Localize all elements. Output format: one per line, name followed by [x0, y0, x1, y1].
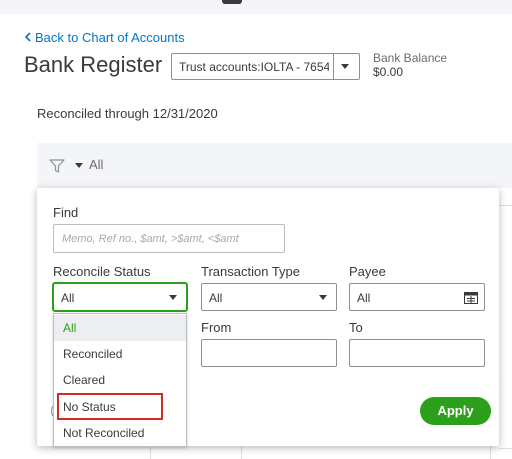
reconcile-status-value: All	[61, 291, 75, 305]
account-select-divider	[333, 54, 334, 79]
chevron-down-icon	[169, 295, 177, 300]
back-to-chart-of-accounts-link[interactable]: Back to Chart of Accounts	[24, 30, 185, 45]
transaction-type-value: All	[209, 291, 223, 305]
bank-balance-value: $0.00	[373, 65, 404, 79]
payee-select[interactable]: All	[349, 283, 485, 311]
reconciled-through-text: Reconciled through 12/31/2020	[37, 106, 218, 121]
list-picker-icon[interactable]	[464, 291, 478, 309]
top-bar	[0, 0, 512, 14]
page-title: Bank Register	[24, 52, 163, 77]
back-link-label: Back to Chart of Accounts	[35, 30, 185, 45]
to-label: To	[349, 320, 363, 335]
chevron-down-icon[interactable]	[341, 64, 349, 69]
filter-toggle-caret-icon[interactable]	[75, 163, 83, 168]
filter-funnel-icon[interactable]	[49, 159, 65, 178]
find-label: Find	[53, 205, 79, 220]
chevron-down-icon	[319, 295, 327, 300]
filter-bar: All	[37, 143, 512, 188]
transaction-type-label: Transaction Type	[201, 264, 300, 279]
filter-all-label[interactable]: All	[89, 157, 103, 172]
from-label: From	[201, 320, 232, 335]
reconcile-status-label: Reconcile Status	[53, 264, 151, 279]
payee-value: All	[357, 291, 371, 305]
bank-balance: Bank Balance $0.00	[373, 51, 447, 79]
filter-panel: Find Reconcile Status Transaction Type P…	[37, 188, 499, 447]
account-select[interactable]: Trust accounts:IOLTA - 7654	[171, 53, 360, 80]
table-row-divider	[499, 205, 512, 206]
transaction-type-select[interactable]: All	[201, 283, 337, 311]
payee-label: Payee	[349, 264, 386, 279]
from-date-input[interactable]	[201, 339, 337, 367]
reconcile-option-not-reconciled[interactable]: Not Reconciled	[54, 420, 186, 446]
reconcile-status-select[interactable]: All	[53, 283, 187, 311]
top-bar-handle	[222, 0, 242, 4]
account-select-value: Trust accounts:IOLTA - 7654	[179, 60, 329, 74]
apply-button[interactable]: Apply	[420, 397, 491, 425]
reconcile-option-no-status[interactable]: No Status	[54, 394, 186, 420]
bank-balance-label: Bank Balance	[373, 51, 448, 65]
chevron-left-icon	[24, 30, 31, 45]
find-input[interactable]	[55, 226, 283, 251]
table-row-divider	[499, 448, 512, 449]
to-date-input[interactable]	[349, 339, 485, 367]
find-field[interactable]	[53, 224, 285, 253]
reconcile-option-all[interactable]: All	[54, 315, 186, 341]
reconcile-status-dropdown: All Reconciled Cleared No Status Not Rec…	[53, 313, 187, 447]
reconcile-option-reconciled[interactable]: Reconciled	[54, 341, 186, 367]
reconcile-option-cleared[interactable]: Cleared	[54, 367, 186, 393]
